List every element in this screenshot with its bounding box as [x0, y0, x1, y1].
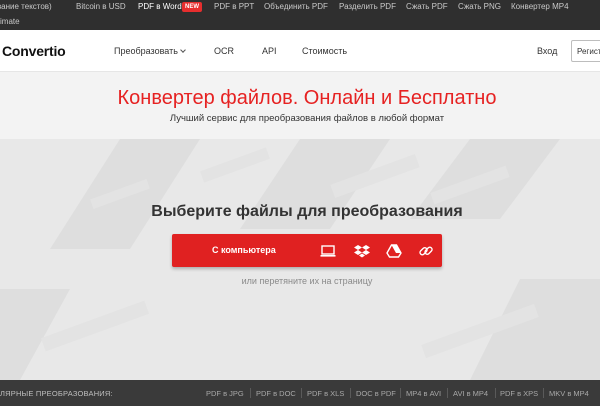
- nav-ocr[interactable]: OCR: [214, 46, 234, 56]
- top-link-pdf-ppt[interactable]: PDF в PPT: [214, 2, 254, 11]
- upload-from-computer-button[interactable]: С компьютера: [172, 234, 442, 267]
- top-tools-bar: вание текстов) Bitcoin в USD PDF в Word …: [0, 0, 600, 30]
- logo[interactable]: Convertio: [2, 43, 66, 59]
- conversion-link[interactable]: PDF в XLS: [307, 389, 344, 398]
- divider: [350, 388, 351, 398]
- conversion-link[interactable]: AVI в MP4: [453, 389, 488, 398]
- popular-conversions-bar: ЛЯРНЫЕ ПРЕОБРАЗОВАНИЯ: PDF в JPG PDF в D…: [0, 380, 600, 406]
- google-drive-icon[interactable]: [386, 243, 402, 259]
- computer-icon[interactable]: [320, 243, 336, 259]
- popular-conversions-label: ЛЯРНЫЕ ПРЕОБРАЗОВАНИЯ:: [0, 389, 113, 398]
- login-link[interactable]: Вход: [537, 46, 557, 56]
- top-link-compress-png[interactable]: Сжать PNG: [458, 2, 501, 11]
- nav-convert-label: Преобразовать: [114, 46, 178, 56]
- hero-section: Конвертер файлов. Онлайн и Бесплатно Луч…: [0, 73, 600, 139]
- upload-button-label: С компьютера: [212, 245, 276, 255]
- upload-title: Выберите файлы для преобразования: [151, 203, 463, 220]
- upload-drop-zone[interactable]: Выберите файлы для преобразования С комп…: [0, 139, 600, 380]
- conversion-link[interactable]: PDF в JPG: [206, 389, 244, 398]
- page-subtitle: Лучший сервис для преобразования файлов …: [169, 113, 445, 124]
- chevron-down-icon: [180, 47, 186, 53]
- divider: [495, 388, 496, 398]
- conversion-link[interactable]: MKV в MP4: [549, 389, 589, 398]
- top-link-text-recognition[interactable]: вание текстов): [0, 2, 52, 11]
- new-badge: NEW: [182, 2, 202, 12]
- conversion-link[interactable]: PDF в XPS: [500, 389, 538, 398]
- nav-pricing[interactable]: Стоимость: [302, 46, 347, 56]
- nav-api[interactable]: API: [262, 46, 277, 56]
- drag-drop-hint: или перетяните их на страницу: [241, 276, 373, 286]
- conversion-link[interactable]: PDF в DOC: [256, 389, 296, 398]
- link-icon[interactable]: [418, 243, 434, 259]
- top-link-pdf-word[interactable]: PDF в Word: [138, 2, 182, 11]
- site-header: Convertio Преобразовать OCR API Стоимост…: [0, 30, 600, 72]
- top-link-mp4-converter[interactable]: Конвертер MP4: [511, 2, 569, 11]
- divider: [447, 388, 448, 398]
- top-link-animate[interactable]: imate: [0, 17, 20, 26]
- conversion-link[interactable]: MP4 в AVI: [406, 389, 441, 398]
- top-link-compress-pdf[interactable]: Сжать PDF: [406, 2, 448, 11]
- nav-convert-dropdown[interactable]: Преобразовать: [114, 46, 186, 56]
- divider: [301, 388, 302, 398]
- top-link-split-pdf[interactable]: Разделить PDF: [339, 2, 396, 11]
- top-link-merge-pdf[interactable]: Объединить PDF: [264, 2, 328, 11]
- divider: [400, 388, 401, 398]
- signup-button[interactable]: Регистрация: [571, 40, 600, 62]
- divider: [250, 388, 251, 398]
- conversion-link[interactable]: DOC в PDF: [356, 389, 396, 398]
- divider: [543, 388, 544, 398]
- top-link-bitcoin-usd[interactable]: Bitcoin в USD: [76, 2, 126, 11]
- page-title: Конвертер файлов. Онлайн и Бесплатно: [117, 87, 497, 109]
- dropbox-icon[interactable]: [354, 243, 370, 259]
